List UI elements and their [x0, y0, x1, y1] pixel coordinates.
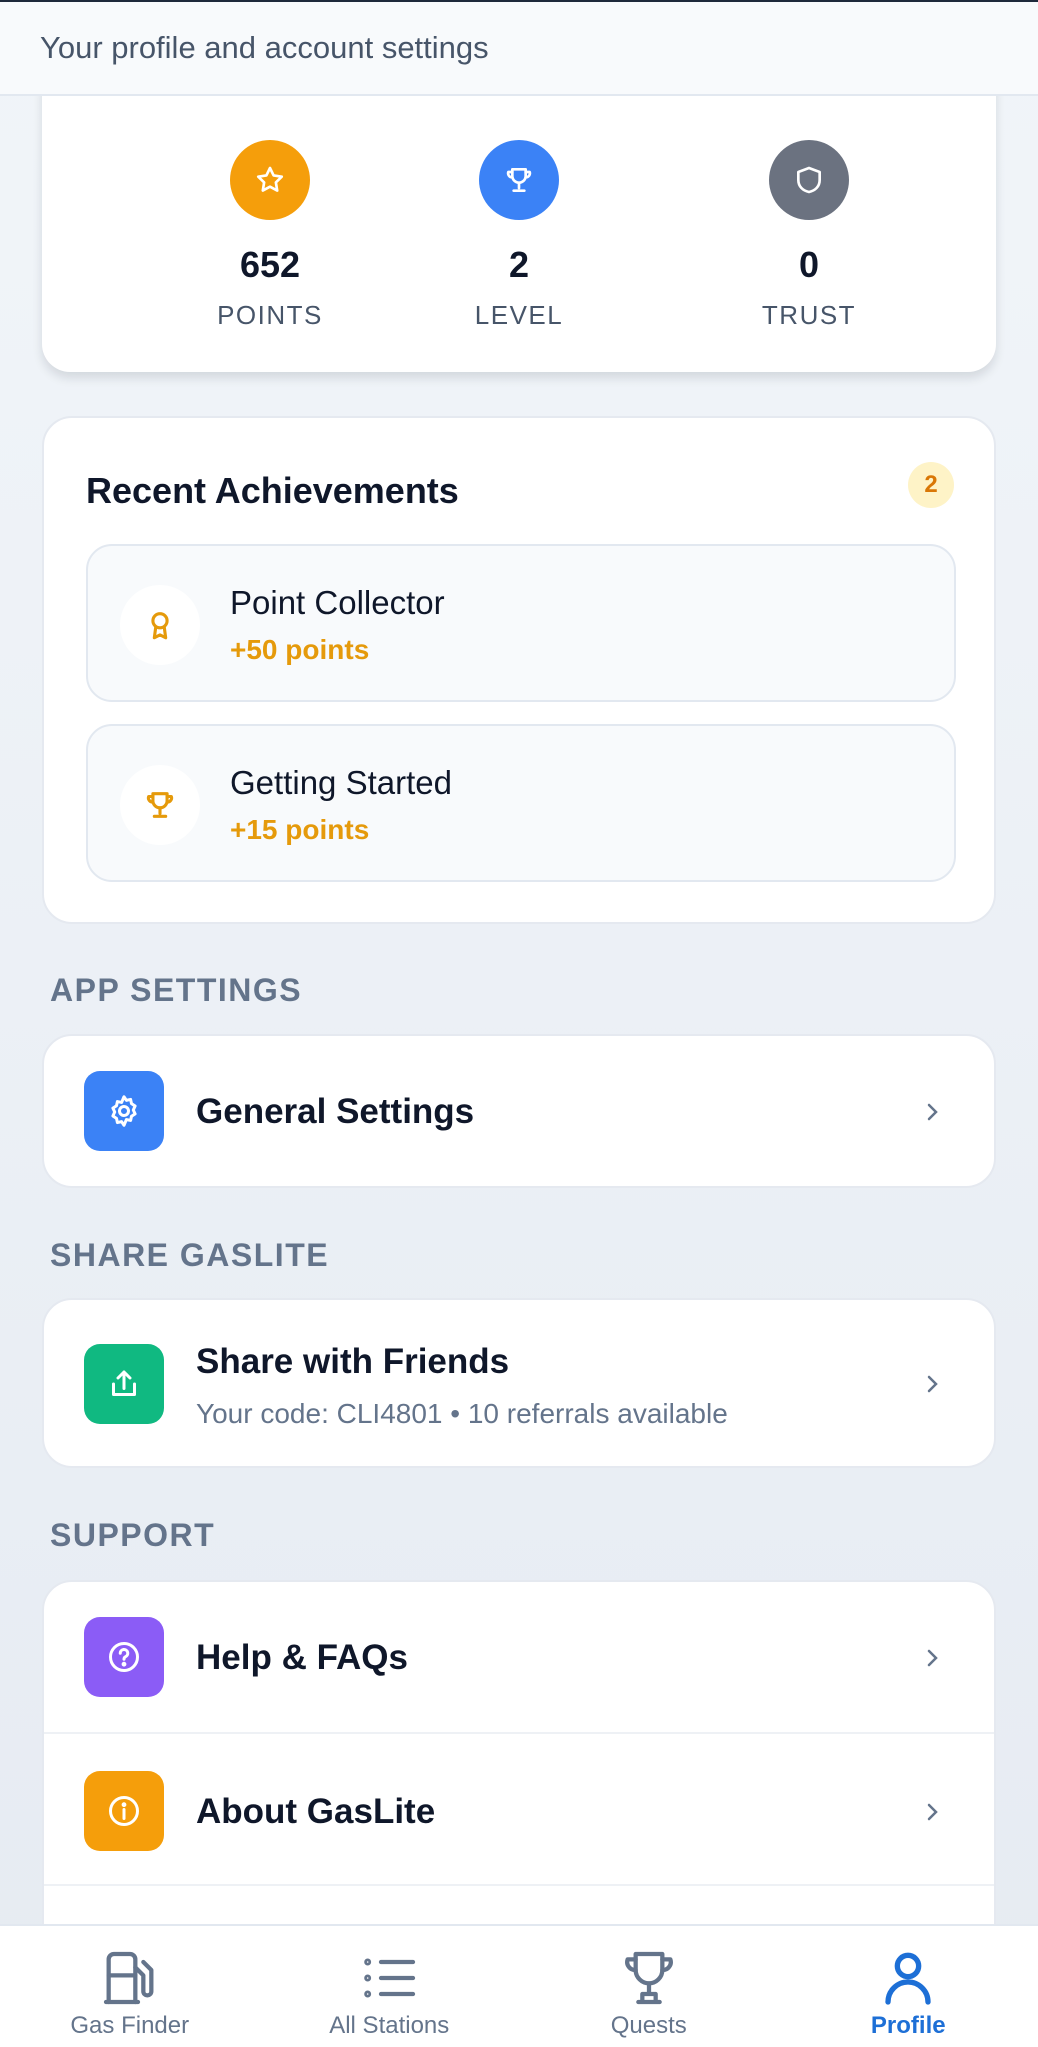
- help-faqs-label: Help & FAQs: [196, 1638, 408, 1677]
- stat-points: 652 POINTS: [140, 140, 400, 331]
- achievement-name: Point Collector: [230, 584, 445, 621]
- nav-profile[interactable]: Profile: [779, 1926, 1038, 2047]
- share-icon: [84, 1344, 164, 1424]
- list-icon: [364, 1958, 416, 1998]
- fuel-pump-icon: [103, 1951, 154, 2005]
- nav-gas-finder[interactable]: Gas Finder: [0, 1926, 260, 2047]
- trust-label: TRUST: [761, 300, 857, 330]
- chevron-right-icon: [927, 1803, 938, 1821]
- level-value: 2: [508, 244, 530, 285]
- nav-label: Gas Finder: [70, 2012, 190, 2039]
- app-settings-card: General Settings: [42, 1034, 996, 1188]
- points-value: 652: [239, 244, 301, 285]
- achievements-title: Recent Achievements: [86, 470, 459, 511]
- nav-all-stations[interactable]: All Stations: [260, 1926, 520, 2047]
- star-icon: [230, 140, 310, 220]
- achievement-item[interactable]: Getting Started +15 points: [86, 724, 956, 882]
- share-with-friends-button[interactable]: Share with Friends Your code: CLI4801 • …: [44, 1300, 994, 1470]
- help-faqs-button[interactable]: Help & FAQs: [44, 1582, 994, 1734]
- share-title: Share with Friends: [196, 1342, 510, 1381]
- achievements-card: Recent Achievements 2 Point Collector +5…: [42, 416, 996, 924]
- info-icon: [84, 1771, 164, 1851]
- share-card: Share with Friends Your code: CLI4801 • …: [42, 1298, 996, 1468]
- page-subtitle: Your profile and account settings: [40, 30, 489, 65]
- trust-value: 0: [798, 244, 820, 285]
- chevron-right-icon: [927, 1103, 938, 1121]
- nav-quests[interactable]: Quests: [519, 1926, 779, 2047]
- shield-icon: [769, 140, 849, 220]
- about-gaslite-button[interactable]: About GasLite: [44, 1734, 994, 1886]
- achievements-count-badge: 2: [908, 462, 954, 508]
- nav-label: Quests: [610, 2012, 687, 2039]
- about-gaslite-label: About GasLite: [196, 1792, 436, 1831]
- trophy-icon: [120, 765, 200, 845]
- chevron-right-icon: [927, 1375, 938, 1393]
- level-label: LEVEL: [474, 300, 564, 330]
- stat-level: 2 LEVEL: [389, 140, 649, 331]
- achievement-points: +15 points: [230, 814, 370, 845]
- trophy-icon: [624, 1951, 673, 2005]
- general-settings-button[interactable]: General Settings: [44, 1036, 994, 1188]
- achievement-name: Getting Started: [230, 764, 452, 801]
- user-icon: [885, 1952, 931, 2005]
- stats-card: 652 POINTS 2 LEVEL 0 TRUST: [42, 60, 996, 372]
- nav-label: All Stations: [329, 2012, 450, 2039]
- points-label: POINTS: [217, 300, 323, 330]
- chevron-right-icon: [927, 1649, 938, 1667]
- section-header-share: SHARE GASLITE: [50, 1237, 330, 1273]
- question-icon: [84, 1617, 164, 1697]
- share-referral-code: Your code: CLI4801 • 10 referrals availa…: [196, 1398, 728, 1429]
- nav-label: Profile: [870, 2012, 946, 2039]
- award-ribbon-icon: [120, 585, 200, 665]
- trophy-icon: [479, 140, 559, 220]
- gear-icon: [84, 1071, 164, 1151]
- achievement-points: +50 points: [230, 634, 370, 665]
- section-header-support: SUPPORT: [50, 1517, 216, 1553]
- page-header: Your profile and account settings: [0, 0, 1038, 96]
- bottom-nav: Gas Finder All Stations Quests Profile: [0, 1924, 1038, 2047]
- section-header-app-settings: APP SETTINGS: [50, 972, 303, 1008]
- achievement-item[interactable]: Point Collector +50 points: [86, 544, 956, 702]
- general-settings-label: General Settings: [196, 1092, 475, 1131]
- stat-trust: 0 TRUST: [679, 140, 939, 331]
